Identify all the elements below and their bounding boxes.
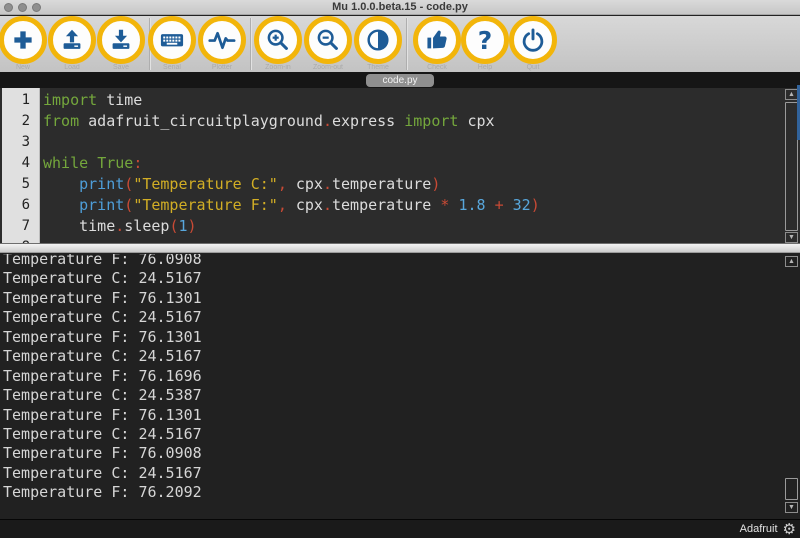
window-title: Mu 1.0.0.beta.15 - code.py [332,1,468,13]
line-number-gutter: 12345678 [2,88,40,243]
toolbar-separator [250,18,251,70]
console-line: Temperature C: 24.5387 [3,386,202,405]
serial-console[interactable]: Temperature F: 76.0908 Temperature C: 24.… [0,254,800,519]
console-line: Temperature F: 76.1696 [3,366,202,385]
pulse-icon [208,26,236,54]
mu-editor-window: Mu 1.0.0.beta.15 - code.py New Load Save… [0,0,800,538]
toolbar-label: Help [477,64,493,71]
console-line: Temperature C: 24.5167 [3,269,202,288]
code-line: print("Temperature C:", cpx.temperature) [79,175,441,193]
check-button[interactable] [413,16,461,64]
console-line: Temperature C: 24.5167 [3,463,202,482]
toolbar-label: Theme [367,64,389,71]
line-number: 6 [21,197,30,213]
line-number: 7 [21,218,30,234]
line-number: 5 [21,176,30,192]
code-editor: 12345678 import timefrom adafruit_circui… [0,88,800,243]
console-line: Temperature F: 76.1301 [3,327,202,346]
thumbs-up-icon [423,26,451,54]
tab-strip: code.py [0,72,800,88]
code-line: from adafruit_circuitplayground.express … [43,112,495,130]
console-line: Temperature F: 76.2092 [3,483,202,502]
toolbar-label: Quit [526,64,540,71]
pane-splitter-handle[interactable] [0,243,800,253]
console-line: Temperature C: 24.5167 [3,308,202,327]
console-line: Temperature F: 76.1301 [3,288,202,307]
help-button[interactable]: ? [461,16,509,64]
console-scroll-up-icon[interactable]: ▲ [785,256,798,267]
toolbar-label: Serial [163,64,181,71]
status-bar: Adafruit ⚙ [0,519,800,538]
keyboard-icon [158,26,186,54]
console-output: Temperature F: 76.0908 Temperature C: 24.… [0,254,800,503]
line-number: 2 [21,113,30,129]
code-line: print("Temperature F:", cpx.temperature … [79,196,540,214]
console-line: Temperature F: 76.1301 [3,405,202,424]
download-tray-icon [107,26,135,54]
line-number: 4 [21,155,30,171]
toolbar-label: Plotter [211,64,233,71]
console-line: Temperature C: 24.5167 [3,347,202,366]
plus-icon [9,26,37,54]
toolbar-label: Save [113,64,129,71]
toolbar-label: Zoom-out [313,64,343,71]
title-bar: Mu 1.0.0.beta.15 - code.py [0,0,800,15]
magnifier-minus-icon [314,26,342,54]
toolbar-label: Load [64,64,80,71]
mode-label[interactable]: Adafruit [740,523,778,535]
theme-button[interactable] [354,16,402,64]
gear-icon[interactable]: ⚙ [783,521,796,537]
console-scrollbar-thumb[interactable] [785,478,798,500]
toolbar-label: Check [427,64,447,71]
magnifier-plus-icon [264,26,292,54]
new-button[interactable] [0,16,47,64]
line-number: 3 [21,134,30,150]
console-line: Temperature C: 24.5167 [3,424,202,443]
code-text-area[interactable]: import time from adafruit_circuitplaygrou… [41,88,786,243]
upload-tray-icon [58,26,86,54]
code-line: import time [43,91,143,109]
save-button[interactable] [97,16,145,64]
toolbar-label: Zoom-in [265,64,291,71]
code-line: while True: [43,154,143,172]
line-number: 1 [21,92,30,108]
toolbar-label: New [15,64,30,71]
power-icon [519,26,547,54]
quit-button[interactable] [509,16,557,64]
zoom-out-button[interactable] [304,16,352,64]
console-scroll-down-icon[interactable]: ▼ [785,502,798,513]
console-line: Temperature F: 76.0908 [3,444,202,463]
console-line: Temperature F: 76.0908 [3,254,202,268]
zoom-in-button[interactable] [254,16,302,64]
tab-code-py[interactable]: code.py [366,73,434,87]
plotter-button[interactable] [198,16,246,64]
toolbar-separator [406,18,407,70]
code-line: time.sleep(1) [79,217,197,235]
question-icon: ? [477,25,493,55]
serial-button[interactable] [148,16,196,64]
load-button[interactable] [48,16,96,64]
toolbar: New Load Save Serial Plotter Zoom-in Zoo… [0,16,800,72]
editor-scroll-down-icon[interactable]: ▼ [785,232,798,243]
contrast-icon [364,26,392,54]
